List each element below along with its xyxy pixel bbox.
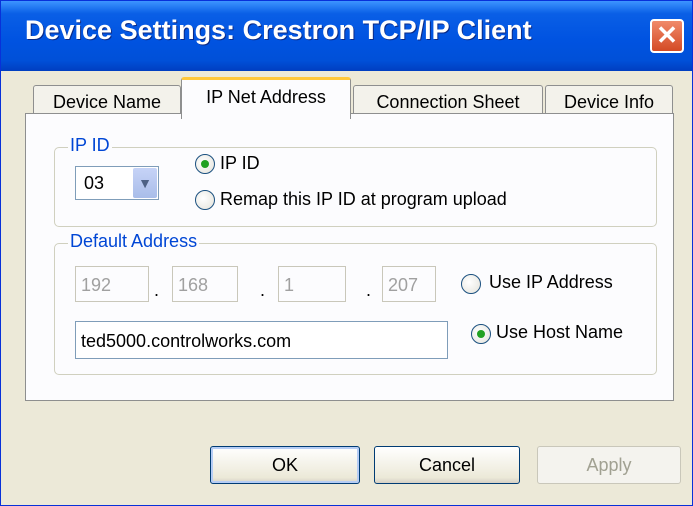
use-host-name-radio[interactable]	[471, 324, 491, 344]
window-title: Device Settings: Crestron TCP/IP Client	[25, 15, 532, 45]
ip-separator: .	[260, 280, 266, 300]
tab-label: Device Name	[52, 92, 162, 112]
ip-id-radio-label: IP ID	[220, 153, 260, 173]
ip-id-combo-value: 03	[84, 173, 105, 193]
ip-octet-2[interactable]: 168	[172, 266, 238, 302]
radio-selected-dot	[201, 160, 209, 168]
ip-octet-3[interactable]: 1	[278, 266, 346, 302]
dialog-window: Device Settings: Crestron TCP/IP Client …	[0, 0, 693, 506]
ip-separator: .	[154, 280, 160, 300]
tab-label: IP Net Address	[206, 87, 326, 107]
ip-separator: .	[366, 280, 372, 300]
host-name-input[interactable]: ted5000.controlworks.com	[75, 321, 448, 359]
ip-id-combo[interactable]: 03 ▼	[75, 166, 159, 200]
use-ip-address-radio[interactable]	[461, 274, 481, 294]
radio-selected-dot	[477, 330, 485, 338]
tab-ip-net-address[interactable]: IP Net Address	[181, 77, 351, 119]
title-bar[interactable]: Device Settings: Crestron TCP/IP Client …	[1, 1, 692, 71]
ip-octet-4[interactable]: 207	[382, 266, 436, 302]
ip-id-group-legend: IP ID	[68, 135, 112, 156]
tab-label: Device Info	[563, 92, 655, 112]
tab-panel: IP ID 03 ▼ IP ID Remap this IP ID at pro…	[25, 113, 674, 401]
remap-ip-id-radio-label: Remap this IP ID at program upload	[220, 189, 507, 209]
close-icon: ✕	[656, 20, 678, 50]
use-host-name-label: Use Host Name	[496, 322, 624, 342]
close-button[interactable]: ✕	[650, 19, 684, 53]
ok-button[interactable]: OK	[210, 446, 360, 484]
apply-button[interactable]: Apply	[537, 446, 681, 484]
use-ip-address-label: Use IP Address	[489, 272, 613, 292]
remap-ip-id-radio[interactable]	[195, 190, 215, 210]
ip-octet-1[interactable]: 192	[75, 266, 149, 302]
chevron-down-icon[interactable]: ▼	[133, 168, 157, 198]
ip-id-radio[interactable]	[195, 154, 215, 174]
cancel-button[interactable]: Cancel	[374, 446, 520, 484]
tab-label: Connection Sheet	[376, 92, 520, 112]
default-address-group-legend: Default Address	[68, 231, 200, 252]
